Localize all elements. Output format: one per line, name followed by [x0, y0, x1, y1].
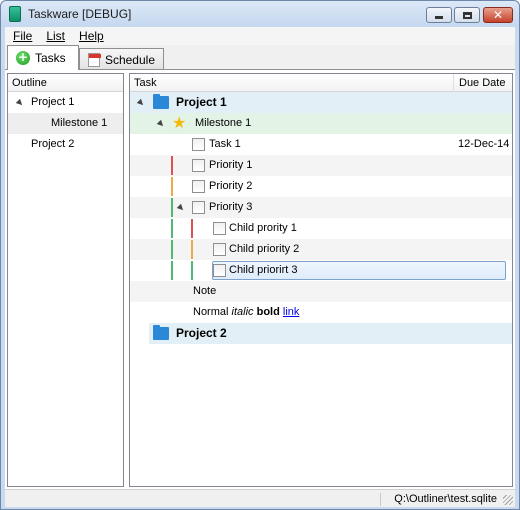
- menu-help[interactable]: Help: [71, 27, 110, 45]
- task-checkbox[interactable]: [213, 243, 226, 256]
- hyperlink[interactable]: link: [283, 306, 300, 318]
- task-row-note[interactable]: Note: [130, 281, 512, 302]
- priority-bar: [171, 261, 173, 280]
- tab-strip: + Tasks Schedule: [5, 45, 515, 70]
- task-checkbox[interactable]: [213, 264, 226, 277]
- close-button[interactable]: ✕: [483, 7, 513, 23]
- task-tree[interactable]: Task Due Date Project 1 ★ Milestone 1 Ta…: [129, 73, 513, 487]
- window-title: Taskware [DEBUG]: [28, 7, 132, 21]
- tab-panel: Outline Project 1 Milestone 1 Project 2 …: [5, 69, 515, 489]
- outline-item-project-2[interactable]: Project 2: [8, 134, 123, 155]
- outline-item-label: Project 2: [31, 138, 75, 150]
- task-row-child-2[interactable]: Child priority 2: [130, 239, 512, 260]
- task-label: Priority 1: [209, 159, 253, 171]
- menu-bar: File List Help: [5, 27, 515, 45]
- app-icon: [9, 6, 21, 22]
- task-row-task-1[interactable]: Task 1 12-Dec-14: [130, 134, 512, 155]
- outline-header[interactable]: Outline: [8, 74, 123, 92]
- minimize-button[interactable]: [426, 7, 452, 23]
- status-bar: Q:\Outliner\test.sqlite: [5, 489, 515, 507]
- menu-help-label: Help: [79, 29, 104, 43]
- menu-list-label: List: [46, 29, 66, 43]
- task-row-priority-3[interactable]: Priority 3: [130, 197, 512, 218]
- task-row-child-3[interactable]: Child priorirt 3: [130, 260, 512, 281]
- expand-arrow-icon[interactable]: [176, 203, 186, 213]
- outline-item-project-1[interactable]: Project 1: [8, 92, 123, 113]
- task-checkbox[interactable]: [213, 222, 226, 235]
- priority-bar: [171, 198, 173, 217]
- priority-bar: [171, 177, 173, 196]
- column-header-task[interactable]: Task: [130, 77, 157, 89]
- calendar-icon: [88, 52, 101, 67]
- task-header: Task Due Date: [130, 74, 512, 92]
- tab-schedule-label: Schedule: [104, 52, 155, 67]
- task-checkbox[interactable]: [192, 201, 205, 214]
- folder-icon: [153, 325, 169, 340]
- plus-circle-icon: +: [16, 50, 30, 65]
- title-bar[interactable]: Taskware [DEBUG] ✕: [1, 1, 519, 27]
- menu-list[interactable]: List: [38, 27, 71, 45]
- task-label: Task 1: [209, 138, 241, 150]
- outline-tree[interactable]: Outline Project 1 Milestone 1 Project 2: [7, 73, 124, 487]
- priority-bar: [191, 261, 193, 280]
- task-checkbox[interactable]: [192, 180, 205, 193]
- task-label: Child priority 2: [229, 243, 300, 255]
- status-file-path: Q:\Outliner\test.sqlite: [394, 493, 497, 505]
- tab-schedule[interactable]: Schedule: [79, 48, 164, 70]
- priority-bar: [171, 156, 173, 175]
- priority-bar: [191, 219, 193, 238]
- bold-text: bold: [256, 306, 280, 318]
- formatted-text: Normal italic bold link: [193, 302, 299, 323]
- task-label: Priority 3: [209, 201, 253, 213]
- menu-file[interactable]: File: [5, 27, 38, 45]
- task-row-priority-1[interactable]: Priority 1: [130, 155, 512, 176]
- italic-text: italic: [231, 306, 254, 318]
- task-row-project-2[interactable]: Project 2: [149, 323, 512, 344]
- star-icon: ★: [172, 113, 187, 132]
- minimize-icon: [435, 15, 443, 19]
- expand-arrow-icon[interactable]: [15, 98, 25, 108]
- due-date: 12-Dec-14: [458, 138, 510, 150]
- status-separator: [380, 493, 381, 506]
- outline-item-label: Milestone 1: [51, 117, 108, 129]
- task-row-priority-2[interactable]: Priority 2: [130, 176, 512, 197]
- column-header-due-date[interactable]: Due Date: [453, 74, 505, 92]
- resize-grip-icon[interactable]: [503, 495, 513, 505]
- priority-bar: [171, 219, 173, 238]
- task-row-formatted[interactable]: Normal italic bold link: [130, 302, 512, 323]
- tab-tasks-label: Tasks: [35, 51, 66, 65]
- priority-bar: [191, 240, 193, 259]
- outline-header-label: Outline: [12, 76, 47, 89]
- task-label: Project 2: [176, 326, 227, 340]
- task-label: Child prority 1: [229, 222, 297, 234]
- close-icon: ✕: [492, 8, 504, 22]
- expand-arrow-icon[interactable]: [136, 98, 146, 108]
- task-row-child-1[interactable]: Child prority 1: [130, 218, 512, 239]
- outline-item-milestone-1[interactable]: Milestone 1: [8, 113, 123, 134]
- task-checkbox[interactable]: [192, 138, 205, 151]
- note-label: Note: [193, 285, 217, 297]
- task-label: Priority 2: [209, 180, 253, 192]
- task-label: Project 1: [176, 95, 227, 109]
- task-checkbox[interactable]: [192, 159, 205, 172]
- client-area: File List Help + Tasks Schedule Outline …: [5, 27, 515, 507]
- tab-tasks[interactable]: + Tasks: [7, 45, 79, 70]
- app-window: Taskware [DEBUG] ✕ File List Help + Task…: [0, 0, 520, 510]
- task-label: Milestone 1: [195, 117, 252, 129]
- priority-bar: [171, 240, 173, 259]
- maximize-button[interactable]: [454, 7, 480, 23]
- task-row-milestone-1[interactable]: ★ Milestone 1: [130, 113, 512, 134]
- menu-file-label: File: [13, 29, 33, 43]
- folder-icon: [153, 94, 169, 109]
- normal-text: Normal: [193, 306, 229, 318]
- task-row-project-1[interactable]: Project 1: [130, 92, 512, 113]
- task-label: Child priorirt 3: [229, 264, 298, 276]
- maximize-icon: [462, 11, 472, 19]
- outline-item-label: Project 1: [31, 96, 75, 108]
- expand-arrow-icon[interactable]: [156, 119, 166, 129]
